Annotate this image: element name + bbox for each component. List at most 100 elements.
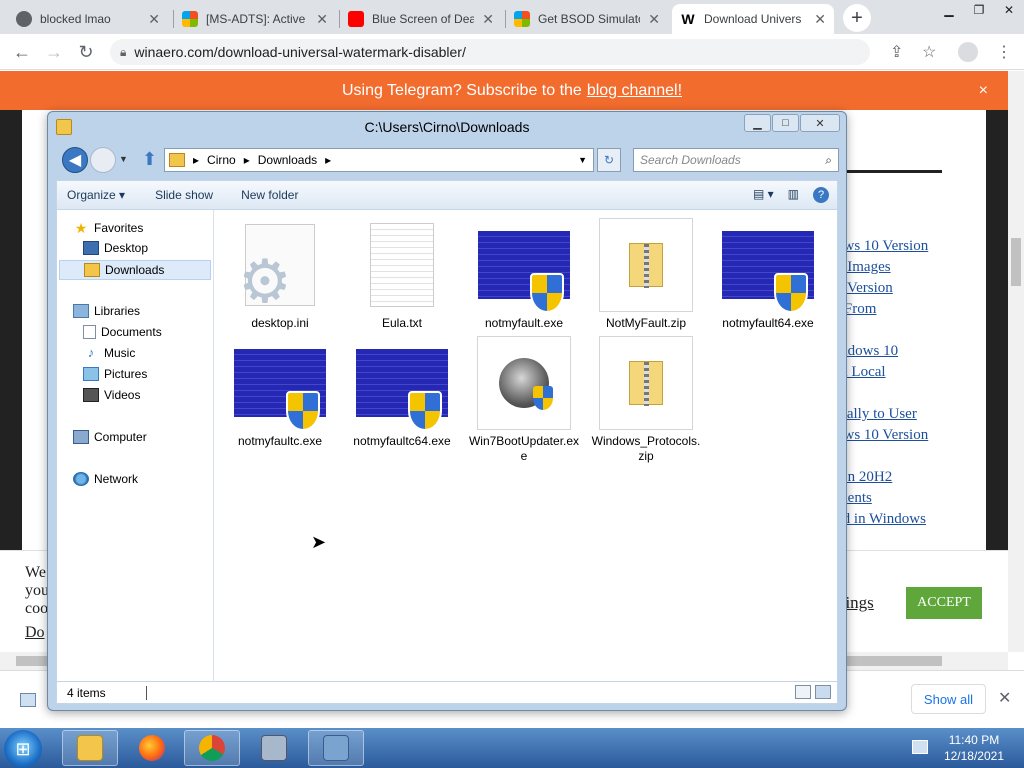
sidebar-link[interactable]: 0 Version [836, 280, 956, 297]
nav-desktop[interactable]: Desktop [83, 241, 148, 255]
recent-pages-chevron-icon[interactable]: ▼ [119, 154, 128, 164]
menu-dots-icon[interactable]: ⋮ [996, 42, 1012, 62]
large-icons-view-icon[interactable] [815, 685, 831, 699]
taskbar-app[interactable] [246, 730, 302, 766]
search-input[interactable]: Search Downloads ⌕ [633, 148, 839, 172]
tab-ms-adts[interactable]: [MS-ADTS]: Active ✕ [174, 4, 336, 34]
file-item[interactable]: notmyfaultc64.exe [346, 336, 458, 449]
tab-bsod-simulator[interactable]: Get BSOD Simulato ✕ [506, 4, 668, 34]
cookie-text: We [25, 564, 46, 581]
sidebar-link[interactable]: th Local [836, 364, 956, 381]
tab-blocked[interactable]: blocked lmao ✕ [8, 4, 168, 34]
page-vertical-scrollbar[interactable] [1008, 71, 1024, 652]
help-icon[interactable]: ? [813, 187, 829, 203]
address-dropdown-icon[interactable]: ▼ [578, 155, 587, 165]
new-tab-button[interactable]: + [843, 4, 871, 32]
file-item[interactable]: desktop.ini [224, 218, 336, 331]
tab-bsod-video[interactable]: Blue Screen of Dea ✕ [340, 4, 502, 34]
close-icon[interactable]: ✕ [800, 114, 840, 132]
tab-close-icon[interactable]: ✕ [148, 11, 160, 28]
bookmark-star-icon[interactable]: ☆ [922, 42, 936, 62]
cookie-link[interactable]: Do [25, 624, 45, 642]
cookie-text: you [25, 582, 49, 599]
start-button[interactable]: ⊞ [4, 730, 42, 768]
file-item[interactable]: notmyfaultc.exe [224, 336, 336, 449]
sidebar-link[interactable]: ments [836, 490, 956, 507]
file-item[interactable]: Eula.txt [346, 218, 458, 331]
sidebar-link[interactable]: ed in Windows [836, 511, 956, 528]
file-item[interactable]: notmyfault64.exe [712, 218, 824, 331]
refresh-icon[interactable]: ↻ [597, 148, 621, 172]
file-item[interactable]: NotMyFault.zip [590, 218, 702, 331]
taskbar-chrome[interactable] [184, 730, 240, 766]
sidebar-link[interactable]: 0 Images [836, 259, 956, 276]
chrome-icon [16, 11, 32, 27]
show-all-button[interactable]: Show all [911, 684, 986, 714]
organize-button[interactable]: Organize ▾ [67, 188, 125, 202]
nav-favorites[interactable]: ★ Favorites [73, 220, 144, 236]
nav-libraries[interactable]: Libraries [73, 304, 140, 318]
breadcrumb-downloads[interactable]: Downloads [258, 153, 317, 167]
tab-close-icon[interactable]: ✕ [316, 11, 328, 28]
file-item[interactable]: Windows_Protocols.zip [590, 336, 702, 464]
clock[interactable]: 11:40 PM 12/18/2021 [944, 732, 1004, 764]
profile-avatar-icon[interactable] [958, 42, 978, 62]
maximize-icon[interactable]: □ [772, 114, 799, 132]
network-tray-icon[interactable] [912, 740, 928, 754]
nav-pictures[interactable]: Pictures [83, 367, 147, 381]
reload-icon[interactable]: ↻ [74, 40, 98, 64]
file-item[interactable]: notmyfault.exe [468, 218, 580, 331]
share-icon[interactable]: ⇪ [890, 42, 903, 62]
page-scroll-thumb[interactable] [1011, 238, 1021, 286]
banner-close-icon[interactable]: × [979, 82, 988, 100]
back-arrow-icon[interactable]: ← [10, 40, 34, 64]
close-icon[interactable]: ✕ [994, 0, 1024, 20]
music-icon: ♪ [87, 345, 95, 360]
clock-time: 11:40 PM [948, 733, 1000, 747]
taskbar-firefox[interactable] [124, 730, 180, 766]
nav-network[interactable]: Network [73, 472, 138, 486]
nav-videos[interactable]: Videos [83, 388, 140, 402]
up-arrow-icon[interactable]: ⬆ [142, 149, 157, 170]
accept-button[interactable]: ACCEPT [906, 587, 982, 619]
nav-documents[interactable]: Documents [83, 325, 162, 339]
forward-arrow-icon[interactable] [90, 147, 116, 173]
tab-download-universal[interactable]: W Download Univers ✕ [672, 4, 834, 34]
slideshow-button[interactable]: Slide show [155, 188, 213, 202]
bsod-exe-icon [356, 349, 448, 431]
explorer-address-bar[interactable]: ▸ Cirno ▸ Downloads ▸ ▼ [164, 148, 594, 172]
taskbar-explorer-window[interactable] [308, 730, 364, 766]
downloads-folder-icon [84, 263, 100, 277]
minimize-icon[interactable]: ▁ [934, 0, 964, 20]
minimize-icon[interactable]: ▁ [744, 114, 771, 132]
sidebar-link[interactable]: ically to User [836, 406, 956, 423]
downloads-close-icon[interactable]: ✕ [998, 688, 1011, 708]
breadcrumb-cirno[interactable]: Cirno [207, 153, 236, 167]
back-arrow-icon[interactable]: ◀ [62, 147, 88, 173]
nav-computer[interactable]: Computer [73, 430, 147, 444]
search-icon[interactable]: ⌕ [825, 153, 832, 168]
sidebar-link[interactable]: ion 20H2 [836, 469, 956, 486]
details-view-icon[interactable] [795, 685, 811, 699]
nav-music[interactable]: ♪ Music [83, 345, 136, 361]
sidebar-link[interactable]: t From [836, 301, 956, 318]
tab-close-icon[interactable]: ✕ [814, 11, 826, 28]
nav-label: Pictures [104, 367, 148, 381]
blog-channel-link[interactable]: blog channel! [587, 82, 682, 100]
download-file-icon[interactable] [20, 693, 36, 707]
address-bar[interactable]: 🔒︎ winaero.com/download-universal-waterm… [110, 39, 870, 65]
restore-icon[interactable]: ❐ [964, 0, 994, 20]
tab-close-icon[interactable]: ✕ [482, 11, 494, 28]
tab-close-icon[interactable]: ✕ [648, 11, 660, 28]
change-view-icon[interactable]: ▤ ▾ [753, 187, 774, 203]
nav-downloads[interactable]: Downloads [59, 260, 211, 280]
sidebar-link[interactable]: indows 10 [836, 343, 956, 360]
forward-arrow-icon[interactable]: → [42, 40, 66, 64]
sidebar-link[interactable]: ows 10 Version [836, 238, 956, 255]
preview-pane-icon[interactable]: ▥ [788, 187, 799, 203]
file-item[interactable]: Win7BootUpdater.exe [468, 336, 580, 464]
file-name: notmyfaultc.exe [237, 434, 323, 448]
new-folder-button[interactable]: New folder [241, 188, 298, 202]
sidebar-link[interactable]: ows 10 Version [836, 427, 956, 444]
taskbar-explorer[interactable] [62, 730, 118, 766]
